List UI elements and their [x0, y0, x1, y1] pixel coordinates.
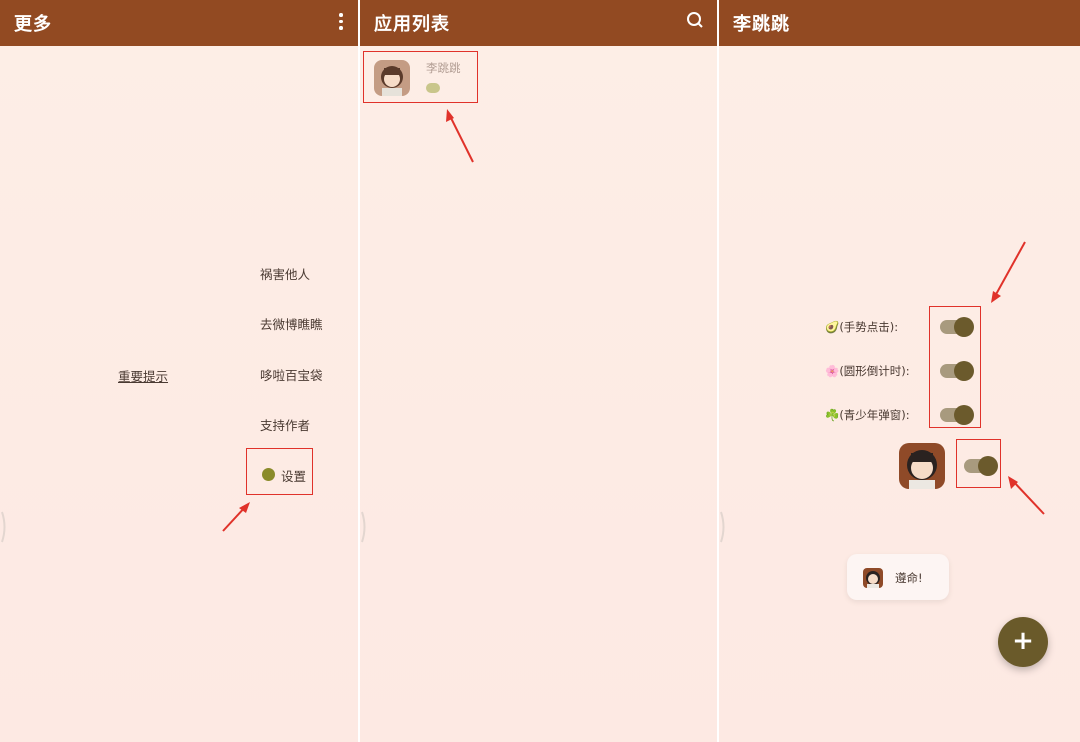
app-list-panel: 应用列表 李跳跳: [360, 0, 717, 742]
annotation-arrow: [222, 502, 250, 532]
annotation-arrow: [446, 109, 474, 163]
app-detail-panel: 李跳跳 🥑(手势点击): 🌸(圆形倒计时): ☘️(青少年弹窗): 遵命! +: [719, 0, 1080, 742]
edge-handle[interactable]: [0, 510, 8, 544]
edge-handle[interactable]: [719, 510, 727, 544]
more-panel: 更多 祸害他人 去微博瞧瞧 哆啦百宝袋 支持作者 重要提示 设置: [0, 0, 358, 742]
edge-handle[interactable]: [360, 510, 368, 544]
annotation-arrow: [991, 241, 1045, 515]
